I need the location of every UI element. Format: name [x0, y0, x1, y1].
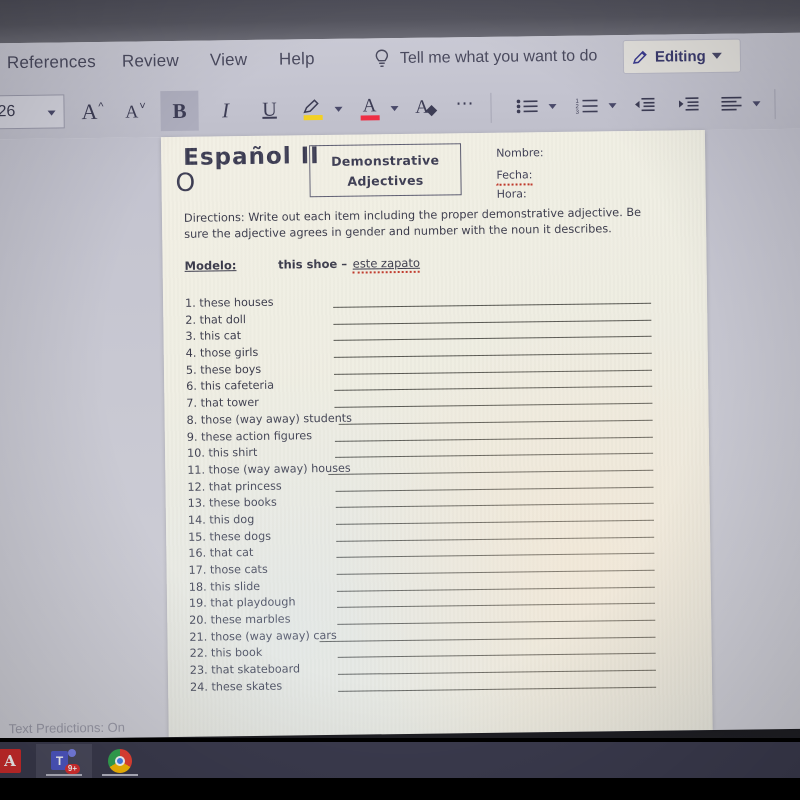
worksheet-item-text: 9. these action figures [186, 428, 313, 444]
worksheet-item-text: 3. this cat [185, 329, 242, 344]
font-size-value: 26 [0, 103, 16, 121]
align-left-icon [721, 96, 742, 111]
worksheet-title-line-1: Demonstrative [331, 152, 440, 169]
worksheet-item-text: 20. these marbles [189, 612, 291, 627]
bold-button[interactable]: B [160, 90, 199, 132]
tab-review[interactable]: Review [122, 51, 179, 72]
svg-text:3: 3 [576, 110, 580, 115]
tab-view[interactable]: View [210, 50, 248, 70]
lightbulb-icon [375, 49, 389, 67]
worksheet-title-box: Demonstrative Adjectives [309, 143, 462, 198]
modelo-question: this shoe – [277, 256, 348, 272]
worksheet-item-text: 14. this dog [187, 512, 255, 527]
text-predictions-status: Text Predictions: On [8, 719, 126, 737]
taskbar-acrobat[interactable]: A [0, 744, 38, 778]
page-title: Español II [183, 143, 320, 171]
grow-font-button[interactable]: A ^ [72, 92, 113, 133]
worksheet-item-text: 18. this slide [188, 579, 261, 594]
pencil-icon [632, 50, 647, 64]
font-color-chevron[interactable] [384, 88, 405, 128]
google-chrome-icon [108, 749, 132, 773]
highlighter-icon [303, 99, 319, 114]
bullets-chevron[interactable] [542, 86, 563, 126]
decrease-indent-button[interactable] [626, 85, 663, 125]
taskbar-teams[interactable]: T 9+ [36, 744, 92, 778]
tell-me-search[interactable]: Tell me what you want to do [400, 47, 598, 68]
numbering-chevron[interactable] [602, 85, 623, 125]
worksheet-item-text: 23. that skateboard [189, 662, 301, 677]
highlight-color-chevron[interactable] [328, 89, 349, 129]
bullets-button[interactable] [510, 86, 545, 126]
align-button[interactable] [714, 83, 749, 123]
text-highlight-color-button[interactable] [294, 89, 331, 129]
worksheet-item-text: 2. that doll [185, 312, 247, 327]
bullet-list-icon [516, 99, 538, 114]
worksheet-item-text: 22. this book [189, 646, 263, 661]
increase-indent-icon [678, 97, 699, 111]
worksheet-item-text: 13. these books [187, 495, 277, 511]
numbered-list-icon: 1 2 3 [575, 99, 598, 115]
worksheet-item-text: 1. these houses [184, 295, 274, 310]
worksheet-item-text: 5. these boys [185, 362, 262, 377]
numbering-button[interactable]: 1 2 3 [570, 85, 605, 125]
worksheet-item-text: 16. that cat [188, 546, 254, 561]
font-color-button[interactable]: A [352, 88, 387, 128]
field-nombre: Nombre: [496, 146, 544, 160]
screenshot-root: References Review View Help Tell me what… [0, 0, 800, 800]
modelo-answer: este zapato [352, 255, 421, 274]
modelo-label: Modelo: [184, 258, 237, 273]
worksheet-item-text: 21. those (way away) cars [189, 628, 337, 644]
directions-text: Directions: Write out each item includin… [183, 205, 642, 241]
field-hora: Hora: [496, 187, 527, 201]
taskbar-strip: A T 9+ [0, 742, 800, 778]
align-chevron[interactable] [746, 83, 767, 123]
microsoft-teams-icon: T 9+ [51, 749, 80, 774]
answer-blank[interactable] [338, 686, 657, 692]
worksheet-item-text: 8. those (way away) students [186, 411, 353, 427]
worksheet-item-text: 4. those girls [185, 345, 259, 360]
clear-formatting-button[interactable]: A [406, 87, 445, 127]
student-info-block: Nombre: Fecha: Hora: [496, 144, 544, 203]
windows-taskbar: A T 9+ [0, 738, 800, 800]
worksheet-item-text: 17. those cats [188, 562, 268, 577]
editing-mode-button[interactable]: Editing [622, 38, 742, 75]
increase-indent-button[interactable] [670, 84, 707, 124]
worksheet-item-text: 19. that playdough [188, 595, 296, 611]
worksheet-item-text: 15. these dogs [188, 529, 272, 544]
document-page[interactable]: Español II O Demonstrative Adjectives No… [160, 130, 713, 738]
chevron-down-icon [711, 52, 722, 59]
shrink-font-button[interactable]: A ˅ [115, 91, 156, 132]
tab-references[interactable]: References [7, 52, 96, 73]
worksheet-item-text: 11. those (way away) houses [187, 461, 351, 477]
worksheet-item-text: 7. that tower [186, 396, 259, 410]
teams-badge: 9+ [64, 764, 80, 774]
editing-button-label: Editing [654, 47, 706, 66]
underline-button[interactable]: U [250, 89, 289, 129]
worksheet-item-text: 12. that princess [187, 479, 282, 494]
monitor-screen: References Review View Help Tell me what… [0, 0, 800, 768]
taskbar-chrome[interactable] [92, 744, 148, 778]
more-formatting-options-button[interactable]: ⋯ [448, 87, 483, 127]
adobe-acrobat-icon: A [0, 749, 21, 773]
document-canvas: Español II O Demonstrative Adjectives No… [0, 128, 800, 740]
word-ribbon: References Review View Help Tell me what… [0, 32, 800, 140]
modelo-line: Modelo: this shoe – este zapato [184, 255, 421, 274]
field-fecha: Fecha: [496, 166, 533, 186]
decrease-indent-icon [635, 97, 655, 112]
italic-button[interactable]: I [206, 90, 245, 130]
stray-character: O [175, 167, 196, 197]
worksheet-item-text: 24. these skates [190, 679, 283, 694]
tab-help[interactable]: Help [279, 49, 315, 69]
worksheet-item-text: 6. this cafeteria [186, 379, 275, 394]
worksheet-title-line-2: Adjectives [347, 172, 424, 189]
worksheet-item-text: 10. this shirt [186, 446, 258, 461]
font-size-dropdown-chevron[interactable] [38, 92, 65, 132]
worksheet-item-list: 1. these houses 2. that doll 3. this cat 4.… [185, 290, 690, 697]
